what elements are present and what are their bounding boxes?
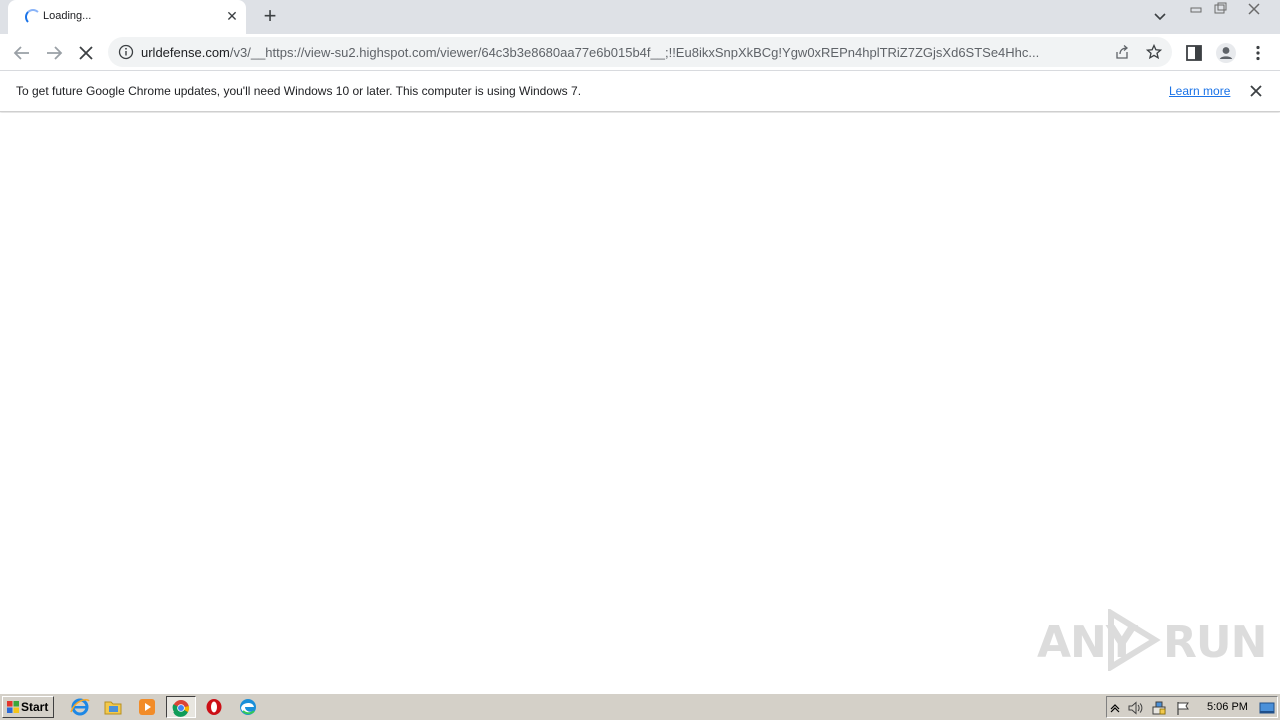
show-desktop-icon[interactable] — [1259, 700, 1275, 716]
url-host: urldefense.com — [141, 45, 230, 60]
play-logo-icon — [1108, 609, 1161, 671]
volume-icon[interactable] — [1127, 700, 1143, 716]
edge-icon[interactable] — [235, 696, 261, 718]
star-icon[interactable] — [1146, 44, 1162, 60]
tab-search-chevron-icon[interactable] — [1150, 8, 1170, 26]
address-bar[interactable]: urldefense.com/v3/__https://view-su2.hig… — [108, 37, 1172, 67]
window-close-icon[interactable] — [1232, 0, 1276, 18]
tab-close-icon[interactable]: ✕ — [224, 8, 240, 24]
loading-spinner-icon — [25, 9, 41, 25]
new-tab-button[interactable]: + — [258, 5, 282, 29]
chrome-icon — [172, 700, 190, 717]
browser-toolbar: urldefense.com/v3/__https://view-su2.hig… — [0, 34, 1280, 71]
windows-logo-icon — [7, 701, 19, 713]
infobar-message: To get future Google Chrome updates, you… — [16, 84, 582, 98]
tab-strip: Loading... ✕ + — [0, 0, 1280, 34]
url-path: /v3/__https://view-su2.highspot.com/view… — [229, 45, 1040, 60]
tab-title: Loading... — [43, 10, 92, 22]
network-icon[interactable] — [1151, 700, 1167, 716]
opera-icon[interactable] — [201, 696, 227, 718]
restore-icon[interactable] — [1208, 0, 1232, 18]
stop-icon[interactable] — [73, 40, 99, 66]
infobar-close-icon[interactable] — [1248, 83, 1264, 99]
update-infobar: To get future Google Chrome updates, you… — [0, 71, 1280, 112]
minimize-icon[interactable] — [1184, 0, 1208, 18]
show-hidden-icons-icon[interactable] — [1109, 700, 1121, 716]
back-icon[interactable] — [9, 40, 35, 66]
chrome-taskbar-button[interactable] — [166, 696, 196, 718]
folder-icon[interactable] — [100, 696, 126, 718]
share-icon[interactable] — [1114, 44, 1130, 60]
url-text[interactable]: urldefense.com/v3/__https://view-su2.hig… — [141, 45, 1111, 60]
menu-icon[interactable] — [1248, 43, 1268, 63]
windows-taskbar: Start 5:06 PM — [0, 693, 1280, 720]
tab-loading[interactable]: Loading... ✕ — [8, 0, 246, 34]
start-label: Start — [21, 700, 49, 714]
system-tray: 5:06 PM — [1106, 696, 1278, 718]
taskbar-clock[interactable]: 5:06 PM — [1207, 701, 1248, 713]
profile-icon[interactable] — [1215, 42, 1237, 64]
learn-more-link[interactable]: Learn more — [1169, 84, 1230, 98]
action-center-flag-icon[interactable] — [1175, 700, 1191, 716]
page-content — [0, 113, 1280, 692]
anyrun-watermark: ANY RUN — [1037, 607, 1267, 673]
side-panel-icon[interactable] — [1184, 43, 1204, 63]
forward-icon[interactable] — [41, 40, 67, 66]
info-icon[interactable] — [118, 44, 134, 60]
internet-explorer-icon[interactable] — [67, 696, 93, 718]
media-player-icon[interactable] — [134, 696, 160, 718]
start-button[interactable]: Start — [2, 696, 54, 718]
watermark-text-right: RUN — [1163, 617, 1267, 668]
